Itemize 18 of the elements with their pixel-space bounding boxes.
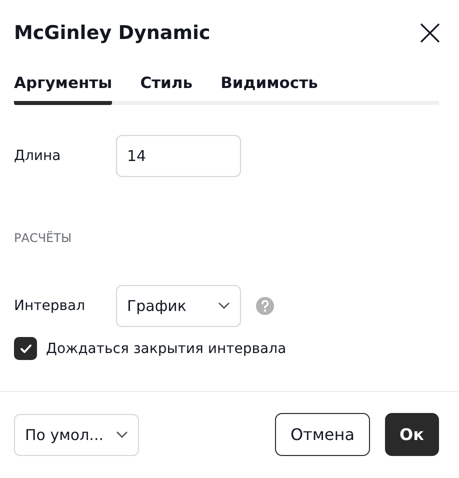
tab[interactable]: Стиль <box>140 74 193 105</box>
chevron-down-icon <box>116 430 128 438</box>
length-field[interactable]: 14 <box>116 135 241 177</box>
dialog-title: McGinley Dynamic <box>14 22 210 44</box>
section-heading: РАСЧЁТЫ <box>13 231 73 245</box>
checkbox-label: Дождаться закрытия интервала <box>46 340 286 356</box>
checkbox[interactable] <box>14 337 37 360</box>
field-label: Длина <box>14 148 62 164</box>
chevron-down-icon <box>218 302 230 310</box>
preset-select[interactable]: По умол... <box>14 414 139 456</box>
cancel-button[interactable]: Отмена <box>275 413 370 456</box>
field-label: Интервал <box>14 298 86 314</box>
interval-select[interactable]: График <box>116 285 241 327</box>
ok-button[interactable]: Ок <box>384 413 439 456</box>
checkmark-icon <box>20 344 32 354</box>
close-button[interactable] <box>419 22 441 44</box>
tab[interactable]: Видимость <box>220 74 318 105</box>
tab[interactable]: Аргументы <box>14 74 112 105</box>
